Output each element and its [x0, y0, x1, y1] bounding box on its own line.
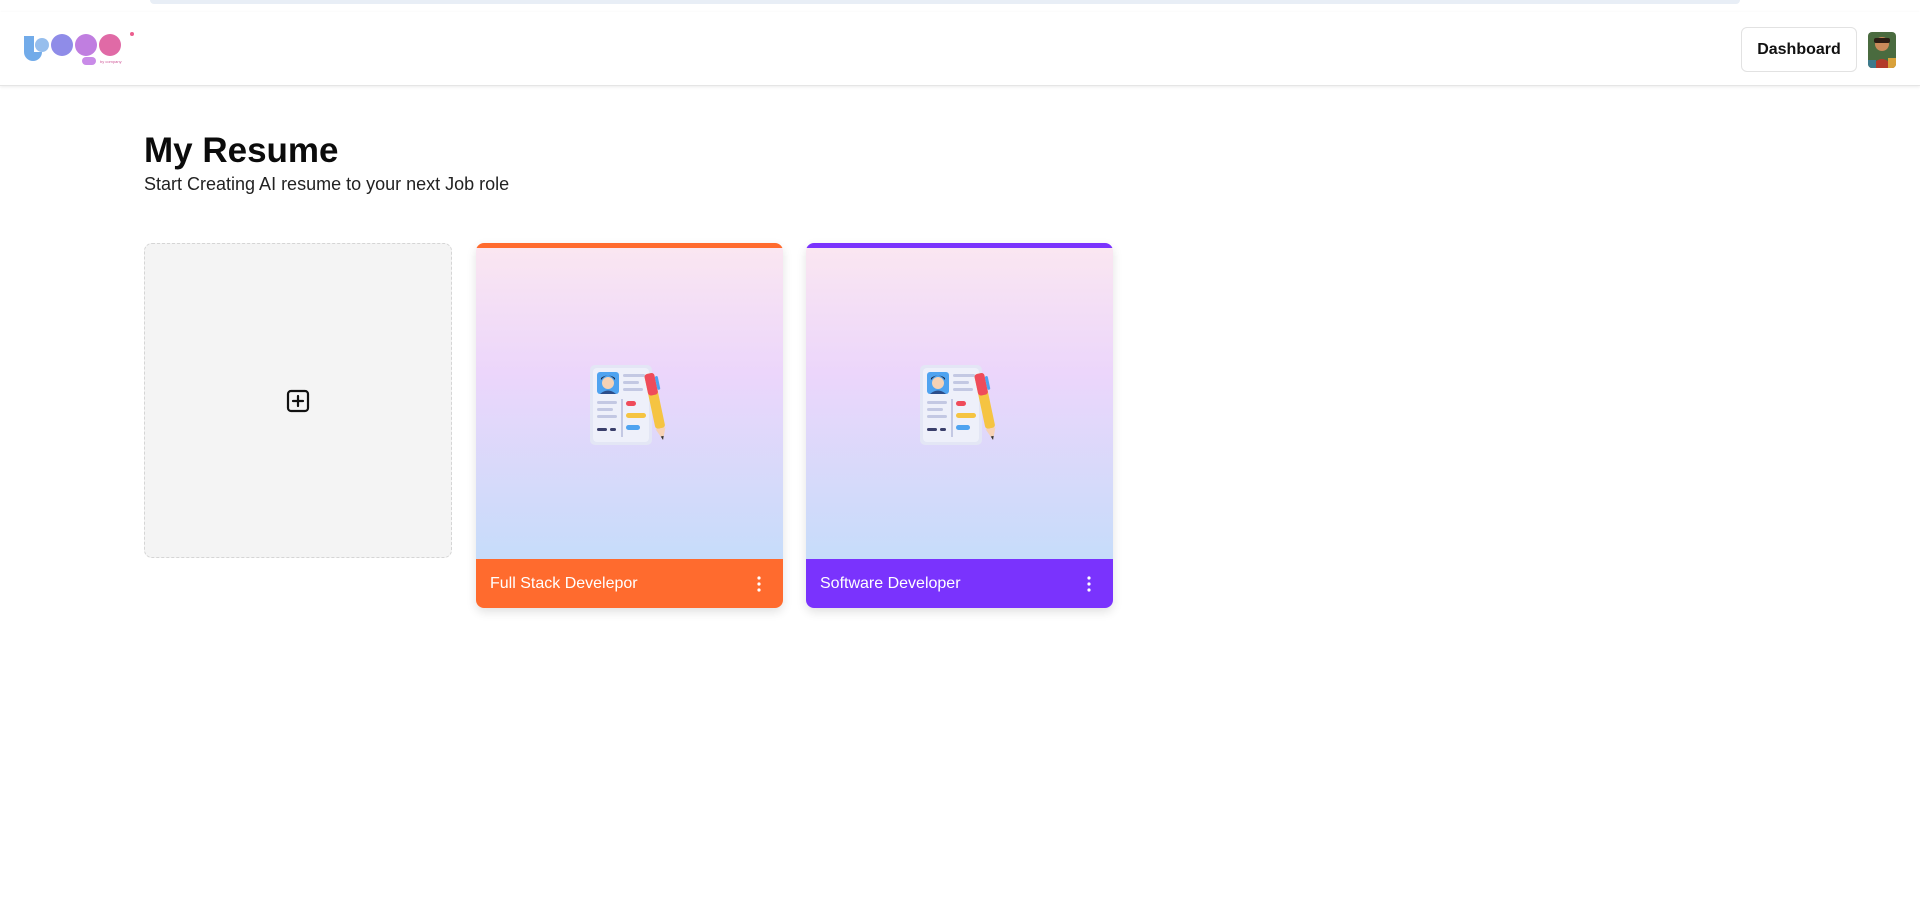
- resume-card[interactable]: Software Developer: [806, 243, 1113, 608]
- app-header: by company Dashboard: [0, 12, 1920, 86]
- plus-square-icon: [286, 389, 310, 412]
- resume-title[interactable]: Software Developer: [820, 575, 961, 593]
- more-vertical-icon[interactable]: [749, 570, 769, 598]
- resume-document-icon: [589, 364, 665, 445]
- dashboard-button[interactable]: Dashboard: [1741, 27, 1857, 72]
- resume-card-preview[interactable]: [476, 243, 783, 559]
- top-strip: [150, 0, 1740, 4]
- resume-title[interactable]: Full Stack Develepor: [490, 575, 638, 593]
- page-subtitle: Start Creating AI resume to your next Jo…: [144, 174, 510, 194]
- resume-card-footer: Full Stack Develepor: [476, 559, 783, 608]
- page-title: My Resume: [144, 131, 339, 170]
- logo-tagline: by company: [100, 59, 122, 64]
- resume-card[interactable]: Full Stack Develepor: [476, 243, 783, 608]
- resume-card-footer: Software Developer: [806, 559, 1113, 608]
- user-avatar[interactable]: [1868, 32, 1896, 68]
- add-resume-card[interactable]: [144, 243, 452, 558]
- resume-document-icon: [919, 364, 995, 445]
- resume-card-preview[interactable]: [806, 243, 1113, 559]
- logo[interactable]: by company: [22, 30, 137, 70]
- more-vertical-icon[interactable]: [1079, 570, 1099, 598]
